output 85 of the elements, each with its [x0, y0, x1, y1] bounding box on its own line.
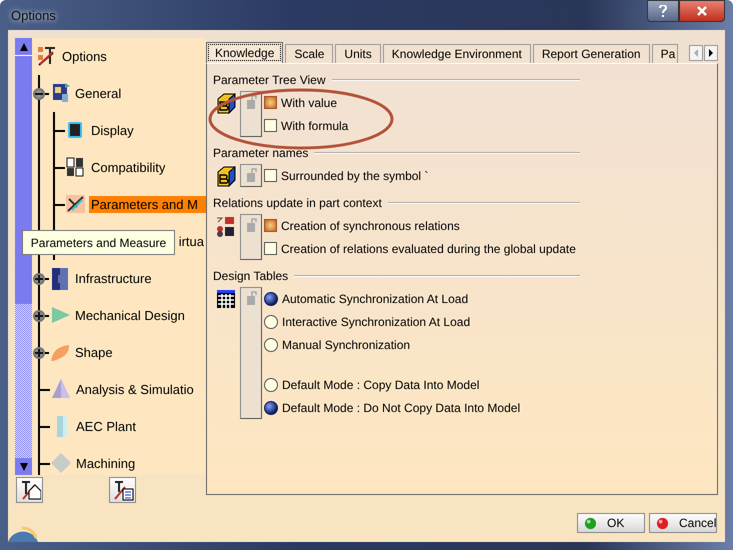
section-title: Parameter names	[213, 146, 308, 160]
lock-button[interactable]	[240, 164, 262, 187]
lock-button[interactable]	[240, 214, 262, 260]
cancel-button[interactable]: Cancel	[649, 513, 717, 533]
lock-button[interactable]	[240, 287, 262, 419]
tab[interactable]: Knowledge Environment	[382, 44, 531, 63]
question-mark-icon	[659, 5, 667, 17]
tree-item[interactable]: Analysis & Simulatio	[74, 381, 196, 398]
plus-icon	[35, 274, 43, 282]
tree-item[interactable]: Parameters and M	[89, 196, 206, 213]
plus-icon	[35, 312, 43, 320]
checkbox[interactable]	[264, 219, 277, 232]
lock-button[interactable]	[240, 91, 262, 137]
report-tool-button[interactable]	[109, 477, 136, 503]
lock-icon	[244, 167, 258, 183]
radio-button[interactable]	[264, 292, 278, 306]
option-label: Surrounded by the symbol `	[281, 168, 428, 182]
scroll-thumb[interactable]	[15, 55, 32, 304]
table-icon	[215, 288, 237, 310]
collapse-button[interactable]	[33, 88, 45, 100]
close-button[interactable]	[679, 0, 725, 22]
radio-button[interactable]	[264, 314, 278, 328]
section-title: Design Tables	[213, 269, 288, 283]
tooltip: Parameters and Measure	[22, 230, 175, 255]
scroll-up-button[interactable]	[15, 38, 32, 55]
tree-item[interactable]: Display	[89, 122, 136, 139]
tree-item[interactable]: Compatibility	[89, 159, 168, 176]
tree-item[interactable]: Shape	[73, 344, 115, 361]
document-icon	[112, 479, 134, 501]
up-arrow-icon	[18, 42, 28, 52]
home-tool-button[interactable]	[16, 477, 43, 503]
tree-item[interactable]: Options	[60, 48, 109, 65]
section-title: Parameter Tree View	[213, 73, 326, 87]
relations-icon	[215, 215, 237, 237]
help-button[interactable]	[647, 0, 679, 22]
radio-button[interactable]	[264, 400, 278, 414]
checkbox[interactable]	[264, 119, 277, 132]
tab[interactable]: Scale	[285, 44, 334, 63]
option-label: Creation of relations evaluated during the global update	[281, 242, 576, 256]
right-arrow-icon	[708, 49, 714, 57]
lock-icon	[244, 94, 258, 110]
tree-node-icon	[36, 44, 58, 68]
option-label: Automatic Synchronization At Load	[282, 292, 468, 306]
ball-icon	[584, 516, 597, 530]
tree-item[interactable]: AEC Plant	[74, 418, 138, 435]
window-title: Options	[10, 8, 57, 22]
option-label: Default Mode : Copy Data Into Model	[282, 378, 480, 392]
scroll-down-button[interactable]	[15, 458, 32, 475]
expand-button[interactable]	[33, 272, 45, 284]
scroll-right-button[interactable]	[704, 45, 718, 61]
tree-node-icon	[49, 266, 71, 290]
tree-node-icon	[50, 452, 72, 475]
option-label: Interactive Synchronization At Load	[282, 314, 470, 328]
option-label: With value	[281, 96, 338, 110]
checkbox[interactable]	[264, 169, 277, 182]
lock-icon	[244, 217, 258, 233]
checkbox[interactable]	[264, 242, 277, 255]
tree-item[interactable]: General	[73, 85, 124, 102]
section-title: Relations update in part context	[213, 196, 382, 210]
option-label: Default Mode : Do Not Copy Data Into Model	[282, 400, 520, 414]
close-icon	[697, 6, 707, 16]
left-arrow-icon	[693, 49, 699, 57]
option-label: With formula	[281, 118, 348, 132]
radio-button[interactable]	[264, 338, 278, 352]
tree-item[interactable]: Machining	[74, 455, 138, 472]
tab[interactable]: Units	[335, 44, 381, 63]
expand-button[interactable]	[33, 346, 45, 358]
parameter-cube-icon	[215, 165, 237, 187]
tab[interactable]: Knowledge	[206, 42, 284, 63]
expand-button[interactable]	[33, 310, 45, 322]
checkbox[interactable]	[264, 96, 277, 109]
tab[interactable]: Pa	[652, 44, 678, 63]
tree-item[interactable]: Infrastructure	[73, 270, 154, 287]
ball-icon	[656, 516, 669, 530]
option-label: Manual Synchronization	[282, 338, 410, 352]
down-arrow-icon	[18, 462, 28, 472]
globe-icon	[8, 526, 38, 542]
tree-item[interactable]: Mechanical Design	[73, 307, 187, 324]
ok-button[interactable]: OK	[577, 513, 645, 533]
plus-icon	[35, 348, 43, 356]
radio-button[interactable]	[264, 378, 278, 392]
option-label: Creation of synchronous relations	[281, 218, 460, 232]
tree-item[interactable]: irtua	[176, 233, 206, 250]
lock-icon	[244, 290, 258, 306]
tab[interactable]: Report Generation	[532, 44, 650, 63]
